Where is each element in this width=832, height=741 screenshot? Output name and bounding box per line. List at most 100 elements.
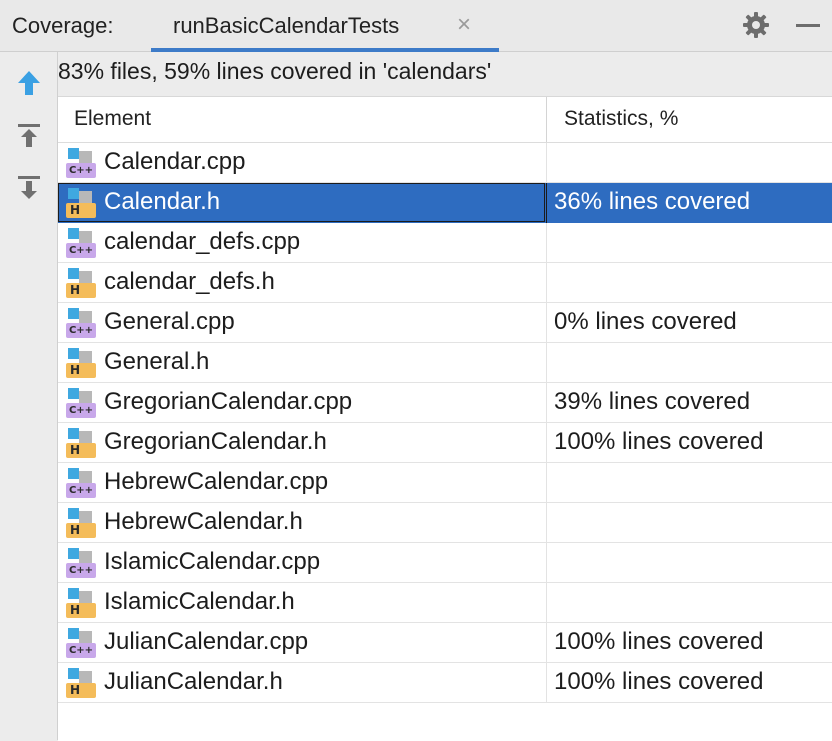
cpp-file-icon: C++ [66, 468, 96, 498]
gear-icon[interactable] [742, 11, 770, 39]
file-type-badge: H [66, 443, 96, 458]
file-icon-square [68, 428, 79, 439]
header-file-icon: H [66, 588, 96, 618]
file-type-badge: C++ [66, 403, 96, 418]
file-icon-square [68, 388, 79, 399]
coverage-statistic: 36% lines covered [554, 188, 751, 215]
column-divider [546, 183, 547, 223]
coverage-summary: 83% files, 59% lines covered in 'calenda… [58, 58, 492, 84]
column-divider [546, 343, 547, 383]
cpp-file-icon: C++ [66, 388, 96, 418]
coverage-statistic: 0% lines covered [554, 308, 737, 335]
left-toolbar [0, 52, 58, 740]
file-name: GregorianCalendar.h [104, 428, 327, 455]
file-type-badge: C++ [66, 243, 96, 258]
table-row[interactable]: C++ Calendar.cpp [58, 143, 832, 183]
table-row[interactable]: C++ General.cpp 0% lines covered [58, 303, 832, 343]
file-type-badge: C++ [66, 323, 96, 338]
coverage-table: Element Statistics, % C++ Calendar.cpp H Ca… [58, 96, 832, 741]
file-name: calendar_defs.cpp [104, 228, 301, 255]
import-icon[interactable] [14, 172, 44, 202]
column-divider [546, 583, 547, 623]
header-file-icon: H [66, 348, 96, 378]
file-name: JulianCalendar.cpp [104, 628, 309, 655]
file-type-badge: H [66, 283, 96, 298]
file-type-badge: H [66, 603, 96, 618]
file-type-badge: C++ [66, 563, 96, 578]
minimize-icon[interactable] [796, 24, 820, 27]
file-icon-square [68, 468, 79, 479]
tool-window-header: Coverage: runBasicCalendarTests × [0, 0, 832, 52]
file-name: IslamicCalendar.h [104, 588, 295, 615]
table-row[interactable]: Hcalendar_defs.h [58, 263, 832, 303]
tab-run-basic-calendar-tests[interactable]: runBasicCalendarTests × [151, 0, 499, 52]
tool-window-title: Coverage: [12, 13, 114, 38]
coverage-statistic: 100% lines covered [554, 628, 764, 655]
file-name: General.h [104, 348, 210, 375]
cpp-file-icon: C++ [66, 628, 96, 658]
header-file-icon: H [66, 668, 96, 698]
header-file-icon: H [66, 508, 96, 538]
table-row[interactable]: H HebrewCalendar.h [58, 503, 832, 543]
file-icon-square [68, 188, 79, 199]
table-row[interactable]: C++ GregorianCalendar.cpp 39% lines covere… [58, 383, 832, 423]
column-divider [546, 383, 547, 423]
column-divider [546, 543, 547, 583]
file-icon-square [68, 628, 79, 639]
column-divider [546, 263, 547, 303]
column-divider [546, 663, 547, 703]
column-divider [546, 503, 547, 543]
coverage-statistic: 39% lines covered [554, 388, 751, 415]
file-name: GregorianCalendar.cpp [104, 388, 353, 415]
table-row[interactable]: C++ HebrewCalendar.cpp [58, 463, 832, 503]
coverage-statistic: 100% lines covered [554, 668, 764, 695]
table-row[interactable]: H GregorianCalendar.h 100% lines covered [58, 423, 832, 463]
table-row[interactable]: C++ JulianCalendar.cpp 100% lines covered [58, 623, 832, 663]
coverage-statistic: 100% lines covered [554, 428, 764, 455]
column-divider [546, 423, 547, 463]
table-body: C++ Calendar.cpp H Calendar.h 36% lines cove… [58, 143, 832, 703]
cpp-file-icon: C++ [66, 548, 96, 578]
file-name: JulianCalendar.h [104, 668, 283, 695]
file-type-badge: H [66, 203, 96, 218]
file-icon-square [68, 348, 79, 359]
header-file-icon: H [66, 428, 96, 458]
table-row[interactable]: H IslamicCalendar.h [58, 583, 832, 623]
tab-label: runBasicCalendarTests [173, 13, 400, 38]
cpp-file-icon: C++ [66, 308, 96, 338]
close-icon[interactable]: × [457, 11, 471, 39]
file-type-badge: C++ [66, 483, 96, 498]
column-header-statistics[interactable]: Statistics, % [564, 107, 678, 131]
column-divider [546, 143, 547, 183]
file-name: General.cpp [104, 308, 235, 335]
file-icon-square [68, 588, 79, 599]
file-name: Calendar.h [104, 188, 221, 215]
file-type-badge: H [66, 363, 96, 378]
file-icon-square [68, 548, 79, 559]
file-type-badge: C++ [66, 643, 96, 658]
table-row[interactable]: H JulianCalendar.h 100% lines covered [58, 663, 832, 703]
arrow-up-icon[interactable] [14, 68, 44, 98]
header-file-icon: H [66, 188, 96, 218]
table-row[interactable]: H Calendar.h 36% lines covered [58, 183, 832, 223]
column-divider [546, 463, 547, 503]
header-file-icon: H [66, 268, 96, 298]
active-tab-indicator [151, 48, 499, 52]
file-icon-square [68, 228, 79, 239]
column-divider[interactable] [546, 97, 547, 142]
table-row[interactable]: H General.h [58, 343, 832, 383]
table-row[interactable]: C++ IslamicCalendar.cpp [58, 543, 832, 583]
export-icon[interactable] [14, 120, 44, 150]
column-divider [546, 223, 547, 263]
file-icon-square [68, 268, 79, 279]
table-header: Element Statistics, % [58, 97, 832, 143]
file-name: Calendar.cpp [104, 148, 246, 175]
file-name: calendar_defs.h [104, 268, 275, 295]
column-divider [546, 303, 547, 343]
table-row[interactable]: C++ calendar_defs.cpp [58, 223, 832, 263]
file-type-badge: C++ [66, 163, 96, 178]
cpp-file-icon: C++ [66, 228, 96, 258]
file-icon-square [68, 308, 79, 319]
file-type-badge: H [66, 523, 96, 538]
column-header-element[interactable]: Element [74, 107, 151, 131]
